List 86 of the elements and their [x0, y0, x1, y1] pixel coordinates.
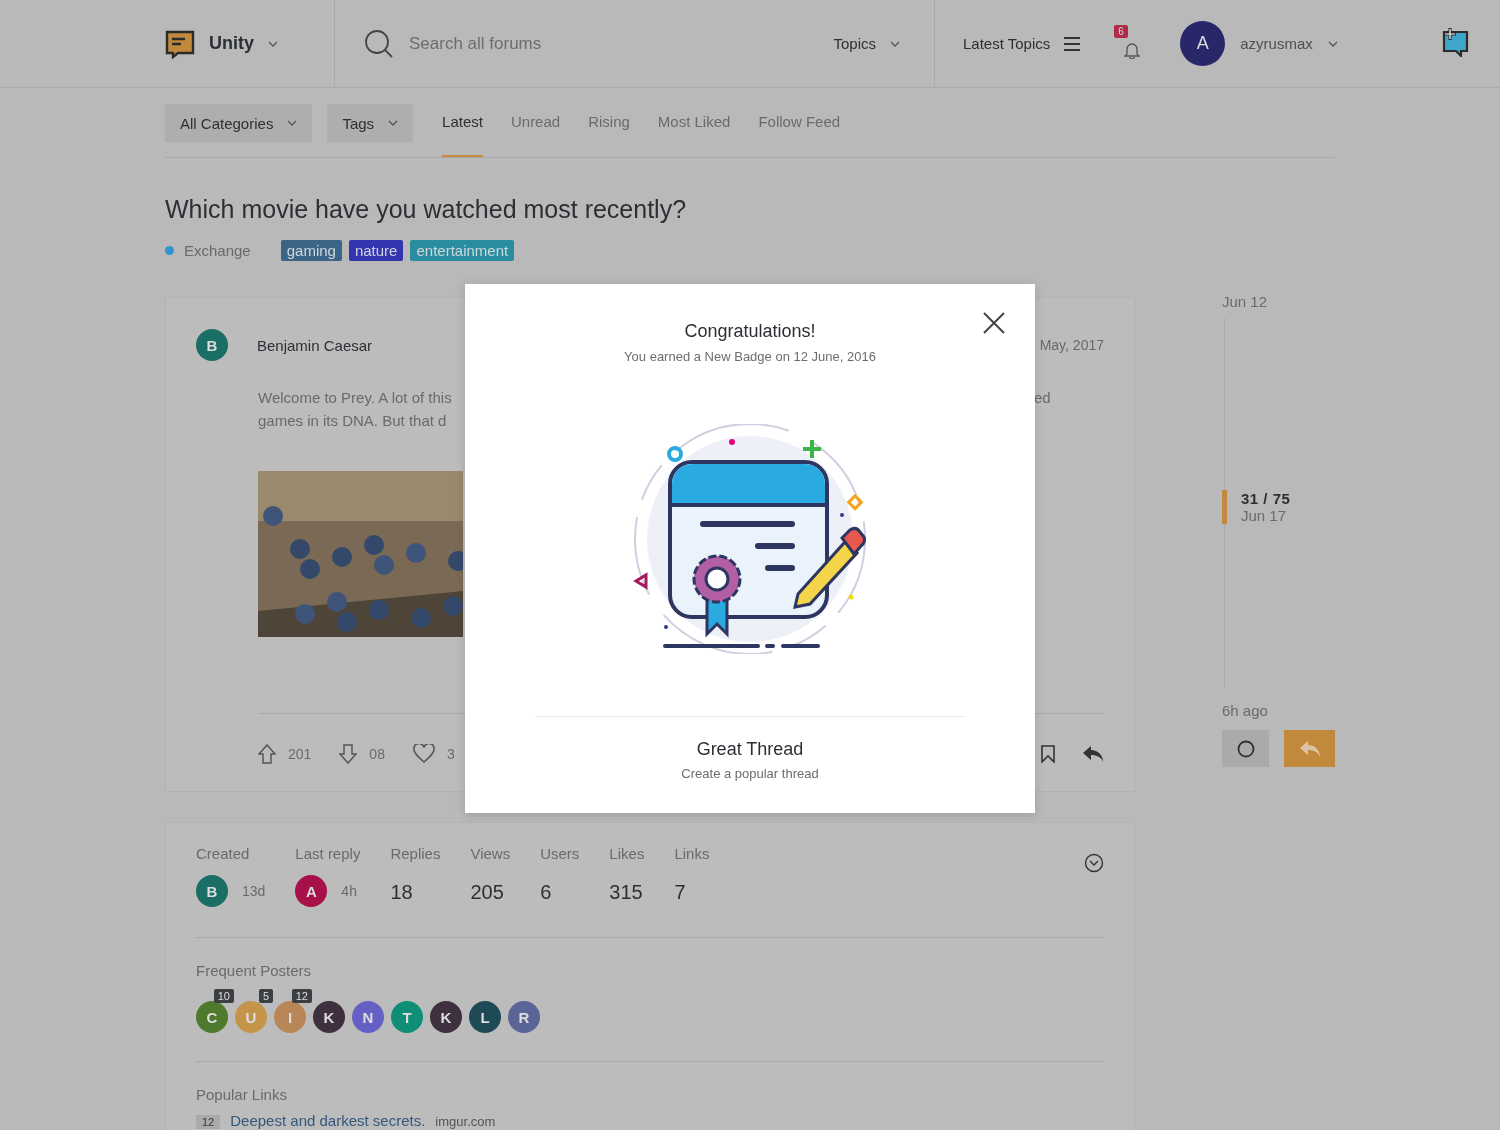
section-title: Popular Links: [196, 1086, 288, 1103]
like-button[interactable]: 3: [412, 744, 455, 763]
filter-dropdown[interactable]: All Categories: [165, 104, 313, 142]
notification-count: 6: [1114, 24, 1128, 38]
link-domain: imgur.com: [435, 1114, 496, 1129]
stat-age: 4h: [341, 883, 357, 899]
stat-value: 315: [609, 879, 644, 905]
nav-tab[interactable]: Unread: [510, 104, 561, 157]
topics-dropdown[interactable]: Topics: [833, 35, 900, 52]
category-link[interactable]: Exchange: [184, 242, 251, 259]
upvote-button[interactable]: 201: [258, 743, 312, 764]
nav-tab[interactable]: Most Liked: [657, 104, 731, 157]
post-count-badge: 5: [258, 989, 273, 1003]
post-text: Welcome to Prey. A lot of this: [258, 388, 453, 408]
stat-label: Last reply: [295, 845, 361, 862]
post-count-badge: 10: [213, 989, 234, 1003]
badge-description: Create a popular thread: [681, 766, 819, 781]
latest-topics-button[interactable]: Latest Topics: [963, 35, 1081, 52]
poster-avatar[interactable]: R: [508, 1001, 540, 1033]
search-field[interactable]: Search all forums: [407, 32, 834, 55]
poster-avatar[interactable]: C: [196, 1001, 228, 1033]
up-arrow-icon: [258, 743, 276, 764]
search-icon: [364, 28, 394, 59]
topic-tag[interactable]: gaming: [280, 240, 342, 261]
stat-value: 6: [540, 879, 553, 905]
stat-value: 7: [674, 879, 687, 905]
stat-value: 18: [390, 879, 414, 905]
close-icon[interactable]: [983, 312, 1005, 334]
circle-icon: [1236, 739, 1255, 758]
stat-label: Created: [196, 845, 251, 862]
expand-icon[interactable]: [1084, 853, 1104, 873]
popular-link[interactable]: Deepest and darkest secrets.: [230, 1112, 426, 1129]
section-title: Frequent Posters: [196, 962, 313, 979]
timeline-start-date: Jun 12: [1222, 293, 1269, 310]
creator-avatar: B: [196, 875, 228, 907]
click-count: 12: [196, 1115, 221, 1129]
caret-icon: [287, 120, 298, 126]
post-text: ed: [1034, 388, 1052, 408]
caret-icon: [268, 40, 278, 47]
topic-title: Which movie have you watched most recently?: [165, 195, 688, 224]
stat-label: Views: [470, 845, 511, 862]
chat-plus-icon[interactable]: [1440, 27, 1470, 60]
nav-tab[interactable]: Latest: [442, 104, 483, 157]
heart-icon: [412, 744, 435, 763]
stat-value: 205: [470, 879, 505, 905]
chat-logo-icon[interactable]: [165, 28, 195, 59]
down-arrow-icon: [339, 743, 358, 764]
nav-tab[interactable]: Follow Feed: [758, 104, 841, 157]
stat-label: Likes: [609, 845, 645, 862]
filter-dropdown[interactable]: Tags: [327, 104, 414, 142]
badge-name: Great Thread: [696, 739, 804, 760]
stat-label: Replies: [390, 845, 441, 862]
caret-icon: [1327, 40, 1338, 47]
dialog-title: Congratulations!: [684, 321, 816, 342]
stat-label: Links: [674, 845, 710, 862]
post-date: May, 2017: [1039, 337, 1104, 353]
caret-icon: [388, 120, 399, 126]
timeline-handle[interactable]: [1222, 490, 1227, 524]
last-reply-avatar: A: [295, 875, 328, 907]
caret-icon: [890, 40, 900, 47]
forum-name[interactable]: Unity: [209, 33, 254, 54]
timeline-end-date: 6h ago: [1222, 702, 1269, 719]
watch-button[interactable]: [1222, 730, 1269, 767]
poster-avatar[interactable]: N: [352, 1001, 384, 1033]
poster-avatar[interactable]: K: [430, 1001, 462, 1033]
topic-tag[interactable]: entertainment: [410, 240, 515, 261]
position-date: Jun 17: [1241, 507, 1288, 524]
post-position: 31 / 75: [1241, 490, 1291, 507]
downvote-button[interactable]: 08: [339, 743, 385, 764]
menu-icon: [1064, 36, 1081, 51]
bookmark-icon[interactable]: [1041, 744, 1055, 763]
poster-avatar[interactable]: T: [391, 1001, 423, 1033]
poster-avatar[interactable]: I: [274, 1001, 306, 1033]
stat-age: 13d: [242, 883, 266, 899]
reply-icon[interactable]: [1082, 744, 1104, 763]
nav-tab[interactable]: Rising: [588, 104, 630, 157]
stat-label: Users: [540, 845, 580, 862]
dialog-subtitle: You earned a New Badge on 12 June, 2016: [624, 349, 876, 364]
poster-avatar[interactable]: L: [469, 1001, 501, 1033]
author-avatar: B: [196, 329, 228, 361]
user-menu[interactable]: A azyrusmax: [1180, 21, 1338, 66]
poster-avatar[interactable]: K: [313, 1001, 345, 1033]
topic-tag[interactable]: nature: [348, 240, 404, 261]
post-text: games in its DNA. But that d: [258, 411, 448, 431]
post-count-badge: 12: [291, 989, 312, 1003]
author-name[interactable]: Benjamin Caesar: [257, 336, 373, 354]
